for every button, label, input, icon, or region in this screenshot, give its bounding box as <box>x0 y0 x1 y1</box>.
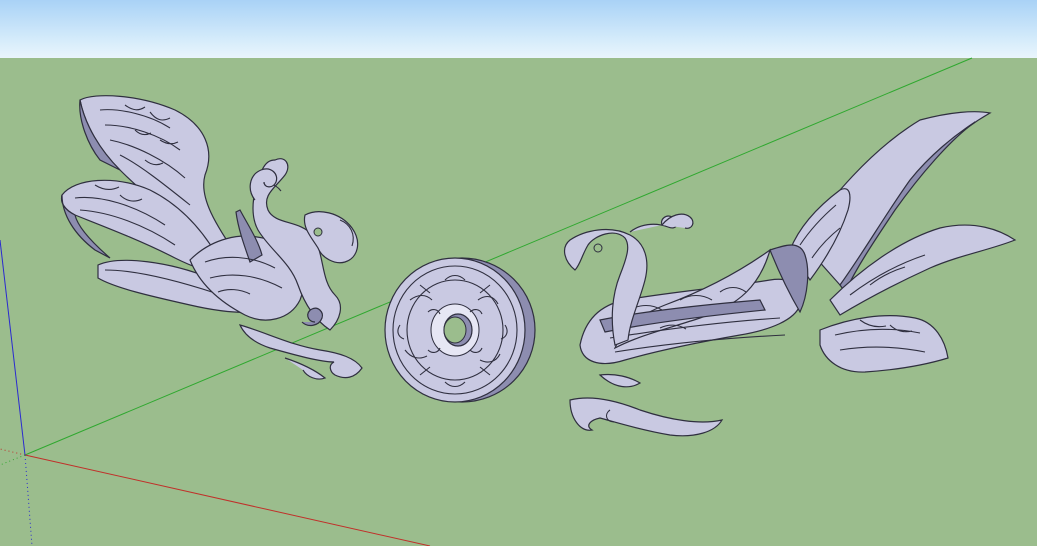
model-scene[interactable] <box>0 0 1037 546</box>
phoenix-right-model[interactable] <box>563 111 1017 437</box>
round-medallion-model[interactable] <box>384 257 536 403</box>
phoenix-left-model[interactable] <box>60 95 363 380</box>
red-axis-dotted <box>0 448 26 456</box>
blue-axis <box>0 239 26 456</box>
green-axis-dotted <box>0 454 26 466</box>
blue-axis-dotted <box>24 454 33 546</box>
3d-viewport[interactable] <box>0 0 1037 546</box>
red-axis <box>24 454 431 546</box>
